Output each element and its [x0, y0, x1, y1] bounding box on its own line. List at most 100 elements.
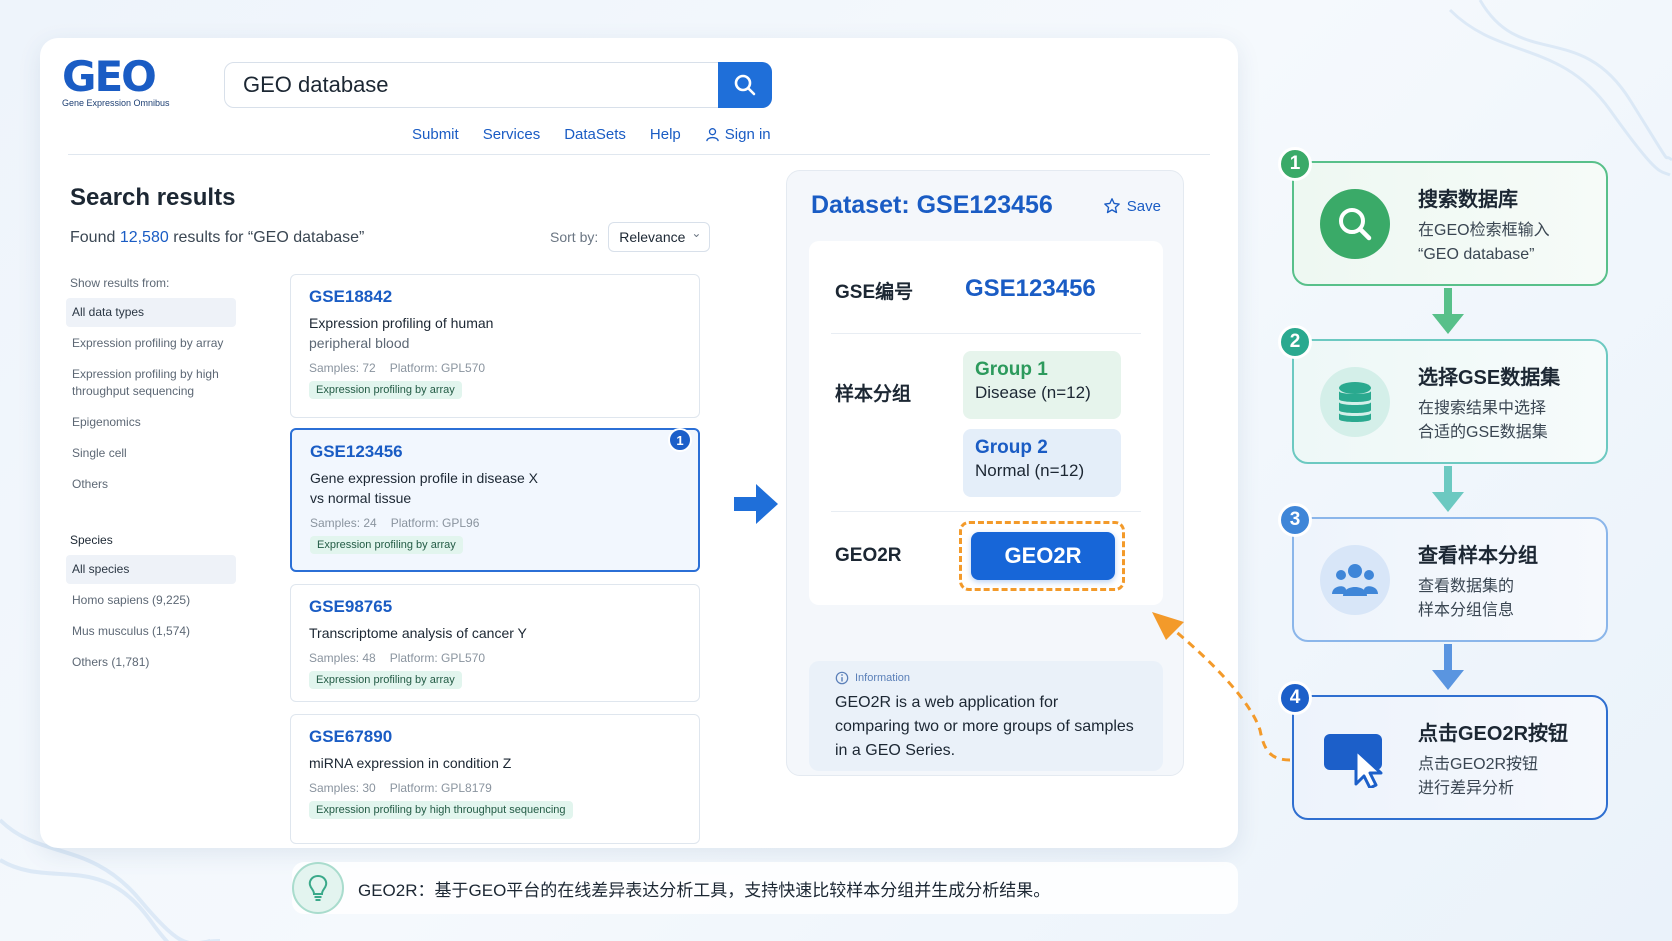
filter-others[interactable]: Others: [66, 470, 236, 499]
sort-select[interactable]: Relevance: [608, 222, 711, 252]
info-box: Information GEO2R is a web application f…: [809, 661, 1163, 771]
filter-single-cell[interactable]: Single cell: [66, 439, 236, 468]
result-platform: Platform: GPL570: [389, 651, 486, 665]
result-desc: Expression profiling of human: [309, 315, 494, 331]
result-samples: Samples: 72: [309, 361, 376, 375]
step-desc-line: 点击GEO2R按钮: [1418, 756, 1539, 773]
result-tag: Expression profiling by high throughput …: [309, 801, 573, 819]
cursor-click-icon: [1320, 723, 1390, 793]
search-button[interactable]: [718, 62, 772, 108]
result-tag: Expression profiling by array: [309, 381, 462, 399]
data-types-heading: Show results from:: [70, 276, 170, 290]
step-card-2: 2 选择GSE数据集 在搜索结果中选择 合适的GSE数据集: [1278, 325, 1608, 464]
step-desc-line: 在GEO检索框输入: [1418, 222, 1550, 239]
lightbulb-icon: [292, 862, 344, 914]
filter-mus-musculus[interactable]: Mus musculus (1,574): [66, 617, 236, 646]
nav-help[interactable]: Help: [650, 126, 681, 143]
group-1-box[interactable]: Group 1 Disease (n=12): [963, 351, 1121, 419]
sort-label: Sort by:: [550, 229, 599, 245]
filter-expression-hts[interactable]: Expression profiling by high throughput …: [66, 360, 236, 406]
search-bar: [224, 62, 772, 108]
species-heading: Species: [70, 533, 113, 547]
group-1-name: Group 1: [975, 359, 1048, 380]
result-meta: Samples: 72 Platform: GPL570: [309, 361, 681, 375]
nav-datasets[interactable]: DataSets: [564, 126, 626, 143]
step-card-3: 3 查看样本分组 查看数据集的 样本分组信息: [1278, 503, 1608, 642]
result-samples: Samples: 24: [310, 516, 377, 530]
filter-sidebar: Show results from: All data types Expres…: [66, 276, 236, 679]
result-card[interactable]: GSE67890 miRNA expression in condition Z…: [290, 714, 700, 844]
result-card-selected[interactable]: 1 GSE123456 Gene expression profile in d…: [290, 428, 700, 572]
arrow-down-icon: [1432, 466, 1464, 512]
top-nav: Submit Services DataSets Help Sign in: [412, 126, 771, 143]
sign-in-label: Sign in: [724, 126, 771, 143]
filter-species-others[interactable]: Others (1,781): [66, 648, 236, 677]
step-number: 2: [1278, 325, 1312, 359]
nav-services[interactable]: Services: [483, 126, 541, 143]
filter-all-data-types[interactable]: All data types: [66, 298, 236, 327]
result-id[interactable]: GSE18842: [309, 287, 681, 307]
group-2-desc: Normal (n=12): [975, 461, 1085, 480]
step-number: 4: [1278, 681, 1312, 715]
sign-in-link[interactable]: Sign in: [705, 126, 771, 143]
geo2r-button[interactable]: GEO2R: [971, 532, 1115, 580]
nav-submit[interactable]: Submit: [412, 126, 459, 143]
geo2r-highlight: GEO2R: [959, 521, 1125, 591]
filter-expression-array[interactable]: Expression profiling by array: [66, 329, 236, 358]
result-desc: miRNA expression in condition Z: [309, 755, 512, 771]
row-divider: [831, 511, 1141, 512]
result-id[interactable]: GSE98765: [309, 597, 681, 617]
page-title: Search results: [70, 184, 236, 211]
result-meta: Samples: 24 Platform: GPL96: [310, 516, 680, 530]
gse-value: GSE123456: [965, 275, 1096, 302]
results-count: 12,580: [119, 229, 169, 246]
results-count-text: Found 12,580 results for “GEO database”: [70, 229, 364, 247]
step-desc-line: “GEO database”: [1418, 246, 1535, 263]
info-text: GEO2R is a web application for comparing…: [835, 694, 1134, 759]
geo-browser-window: GEO Gene Expression Omnibus Submit Servi…: [40, 38, 1238, 848]
result-meta: Samples: 30 Platform: GPL8179: [309, 781, 681, 795]
filter-all-species[interactable]: All species: [66, 555, 236, 584]
filter-epigenomics[interactable]: Epigenomics: [66, 408, 236, 437]
arrow-down-icon: [1432, 288, 1464, 334]
logo-text: GEO: [62, 52, 157, 101]
step-desc: 在GEO检索框输入 “GEO database”: [1418, 219, 1598, 267]
dataset-details: GSE编号 GSE123456 样本分组 Group 1 Disease (n=…: [809, 241, 1163, 605]
save-button[interactable]: Save: [1103, 197, 1161, 215]
bottom-note-text: GEO2R：基于GEO平台的在线差异表达分析工具，支持快速比较样本分组并生成分析…: [358, 880, 1051, 900]
connector-arrow-icon: [1152, 612, 1291, 762]
step-desc-line: 查看数据集的: [1418, 578, 1515, 595]
result-desc: Transcriptome analysis of cancer Y: [309, 625, 527, 641]
user-icon: [706, 128, 719, 142]
search-icon: [734, 74, 756, 96]
result-platform: Platform: GPL96: [390, 516, 480, 530]
group-1-desc: Disease (n=12): [975, 383, 1091, 402]
step-desc: 在搜索结果中选择 合适的GSE数据集: [1418, 397, 1598, 445]
step-number: 3: [1278, 503, 1312, 537]
arrow-right-icon: [734, 484, 778, 524]
result-card[interactable]: GSE18842 Expression profiling of human p…: [290, 274, 700, 418]
result-tag: Expression profiling by array: [309, 671, 462, 689]
geo2r-label: GEO2R: [835, 545, 902, 566]
info-header: Information: [835, 671, 1137, 685]
step-title: 搜索数据库: [1418, 189, 1518, 211]
filter-homo-sapiens[interactable]: Homo sapiens (9,225): [66, 586, 236, 615]
result-samples: Samples: 30: [309, 781, 376, 795]
result-id[interactable]: GSE123456: [310, 442, 680, 462]
save-label: Save: [1126, 197, 1161, 215]
group-2-box[interactable]: Group 2 Normal (n=12): [963, 429, 1121, 497]
result-card[interactable]: GSE98765 Transcriptome analysis of cance…: [290, 584, 700, 702]
result-desc-2: peripheral blood: [309, 335, 410, 351]
result-id[interactable]: GSE67890: [309, 727, 681, 747]
geo-logo[interactable]: GEO Gene Expression Omnibus: [62, 52, 170, 109]
sort-control: Sort by: Relevance: [550, 222, 711, 252]
search-input[interactable]: [225, 63, 721, 107]
step-badge: 1: [668, 428, 692, 452]
result-samples: Samples: 48: [309, 651, 376, 665]
step-title: 点击GEO2R按钮: [1418, 723, 1569, 745]
found-prefix: Found: [70, 229, 120, 246]
step-desc-line: 样本分组信息: [1418, 602, 1515, 619]
dataset-panel: Dataset: GSE123456 Save GSE编号 GSE123456 …: [786, 170, 1184, 776]
step-desc: 点击GEO2R按钮 进行差异分析: [1418, 753, 1598, 801]
result-desc: Gene expression profile in disease X: [310, 470, 539, 486]
